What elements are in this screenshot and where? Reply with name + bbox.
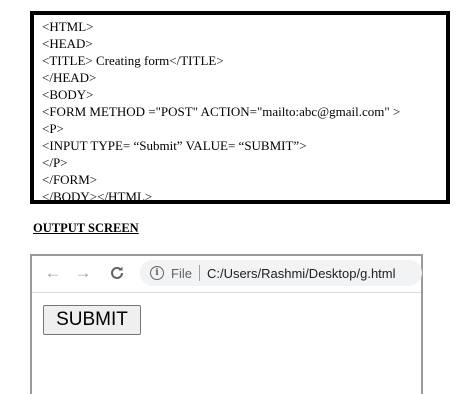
browser-window: ← → i File C:/Users/Rashmi/Desktop/g.htm… — [30, 254, 423, 394]
reload-icon[interactable] — [106, 262, 128, 284]
browser-toolbar: ← → i File C:/Users/Rashmi/Desktop/g.htm… — [32, 256, 422, 293]
code-line: </BODY></HTML> — [42, 189, 153, 204]
back-arrow-icon[interactable]: ← — [42, 262, 64, 284]
code-line: <TITLE> Creating form</TITLE> — [42, 53, 224, 68]
info-icon[interactable]: i — [150, 266, 164, 280]
code-line: </FORM> — [42, 172, 98, 187]
code-line: <INPUT TYPE= “Submit” VALUE= “SUBMIT”> — [42, 138, 307, 153]
address-separator — [198, 265, 200, 281]
output-screen-heading: OUTPUT SCREEN — [33, 221, 139, 235]
code-line: <BODY> — [42, 87, 94, 102]
submit-button[interactable]: SUBMIT — [43, 305, 141, 335]
code-line: </P> — [42, 155, 68, 170]
forward-arrow-icon[interactable]: → — [72, 262, 94, 284]
file-scheme-label: File — [171, 265, 192, 281]
reload-arrow-icon — [111, 266, 123, 279]
url-text[interactable]: C:/Users/Rashmi/Desktop/g.html — [207, 266, 396, 281]
code-line: <HEAD> — [42, 36, 93, 51]
code-line: </HEAD> — [42, 70, 97, 85]
code-line: <FORM METHOD ="POST" ACTION="mailto:abc@… — [42, 104, 401, 119]
code-line: <HTML> — [42, 19, 94, 34]
address-bar[interactable]: i File C:/Users/Rashmi/Desktop/g.html — [140, 260, 422, 286]
code-line: <P> — [42, 121, 64, 136]
code-listing-box: <HTML> <HEAD> <TITLE> Creating form</TIT… — [30, 11, 450, 204]
